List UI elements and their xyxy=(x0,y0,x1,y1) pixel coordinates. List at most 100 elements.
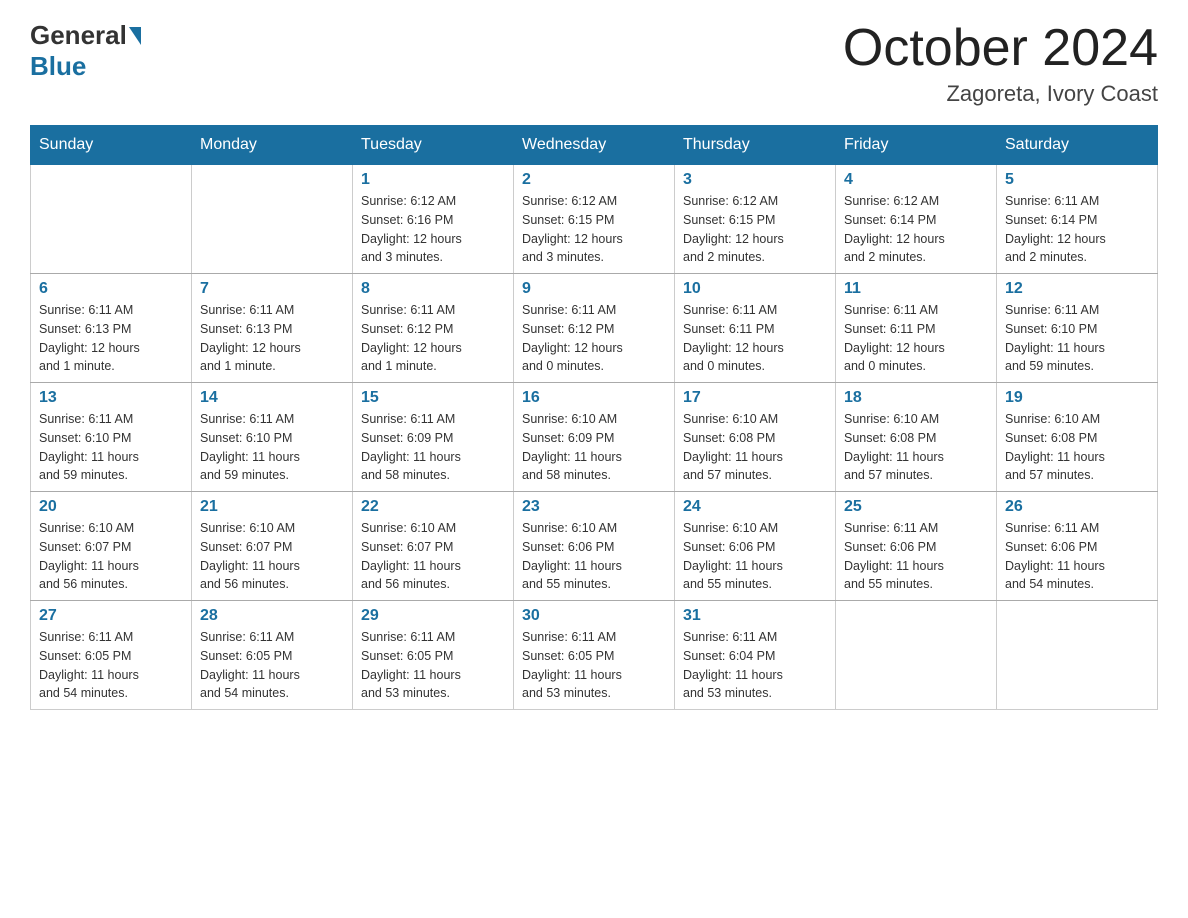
calendar-week-row: 27 Sunrise: 6:11 AMSunset: 6:05 PMDayligh… xyxy=(31,601,1158,710)
day-number: 28 xyxy=(200,607,344,625)
day-info: Sunrise: 6:10 AMSunset: 6:08 PMDaylight:… xyxy=(1005,410,1149,485)
day-info: Sunrise: 6:11 AMSunset: 6:09 PMDaylight:… xyxy=(361,410,505,485)
day-number: 10 xyxy=(683,280,827,298)
logo-triangle-icon xyxy=(129,27,141,45)
weekday-header-row: SundayMondayTuesdayWednesdayThursdayFrid… xyxy=(31,126,1158,165)
weekday-header-tuesday: Tuesday xyxy=(353,126,514,165)
day-info: Sunrise: 6:11 AMSunset: 6:06 PMDaylight:… xyxy=(844,519,988,594)
day-info: Sunrise: 6:11 AMSunset: 6:13 PMDaylight:… xyxy=(200,301,344,376)
day-number: 31 xyxy=(683,607,827,625)
day-info: Sunrise: 6:11 AMSunset: 6:05 PMDaylight:… xyxy=(39,628,183,703)
day-info: Sunrise: 6:11 AMSunset: 6:14 PMDaylight:… xyxy=(1005,192,1149,267)
calendar-cell: 24 Sunrise: 6:10 AMSunset: 6:06 PMDayligh… xyxy=(675,492,836,601)
calendar-cell: 9 Sunrise: 6:11 AMSunset: 6:12 PMDaylight… xyxy=(514,274,675,383)
title-area: October 2024 Zagoreta, Ivory Coast xyxy=(843,20,1158,107)
day-number: 23 xyxy=(522,498,666,516)
day-info: Sunrise: 6:11 AMSunset: 6:11 PMDaylight:… xyxy=(844,301,988,376)
calendar-cell: 31 Sunrise: 6:11 AMSunset: 6:04 PMDayligh… xyxy=(675,601,836,710)
day-info: Sunrise: 6:10 AMSunset: 6:06 PMDaylight:… xyxy=(683,519,827,594)
month-title: October 2024 xyxy=(843,20,1158,77)
day-number: 19 xyxy=(1005,389,1149,407)
calendar-cell: 18 Sunrise: 6:10 AMSunset: 6:08 PMDayligh… xyxy=(836,383,997,492)
calendar-cell: 10Sunrise: 6:11 AMSunset: 6:11 PMDayligh… xyxy=(675,274,836,383)
day-number: 12 xyxy=(1005,280,1149,298)
calendar-cell: 5 Sunrise: 6:11 AMSunset: 6:14 PMDaylight… xyxy=(997,165,1158,274)
day-info: Sunrise: 6:11 AMSunset: 6:05 PMDaylight:… xyxy=(522,628,666,703)
logo-blue-text: Blue xyxy=(30,51,86,81)
calendar-cell: 11 Sunrise: 6:11 AMSunset: 6:11 PMDayligh… xyxy=(836,274,997,383)
calendar-cell: 1 Sunrise: 6:12 AMSunset: 6:16 PMDaylight… xyxy=(353,165,514,274)
day-number: 14 xyxy=(200,389,344,407)
day-info: Sunrise: 6:11 AMSunset: 6:12 PMDaylight:… xyxy=(361,301,505,376)
day-info: Sunrise: 6:11 AMSunset: 6:10 PMDaylight:… xyxy=(39,410,183,485)
weekday-header-wednesday: Wednesday xyxy=(514,126,675,165)
calendar-cell: 29 Sunrise: 6:11 AMSunset: 6:05 PMDayligh… xyxy=(353,601,514,710)
day-info: Sunrise: 6:11 AMSunset: 6:10 PMDaylight:… xyxy=(1005,301,1149,376)
day-number: 29 xyxy=(361,607,505,625)
day-number: 6 xyxy=(39,280,183,298)
day-number: 24 xyxy=(683,498,827,516)
day-info: Sunrise: 6:12 AMSunset: 6:15 PMDaylight:… xyxy=(522,192,666,267)
calendar-cell: 30 Sunrise: 6:11 AMSunset: 6:05 PMDayligh… xyxy=(514,601,675,710)
day-info: Sunrise: 6:11 AMSunset: 6:12 PMDaylight:… xyxy=(522,301,666,376)
day-number: 13 xyxy=(39,389,183,407)
day-number: 5 xyxy=(1005,171,1149,189)
day-info: Sunrise: 6:11 AMSunset: 6:05 PMDaylight:… xyxy=(200,628,344,703)
day-number: 2 xyxy=(522,171,666,189)
day-info: Sunrise: 6:10 AMSunset: 6:07 PMDaylight:… xyxy=(361,519,505,594)
calendar-cell: 26Sunrise: 6:11 AMSunset: 6:06 PMDayligh… xyxy=(997,492,1158,601)
day-number: 3 xyxy=(683,171,827,189)
day-info: Sunrise: 6:12 AMSunset: 6:15 PMDaylight:… xyxy=(683,192,827,267)
calendar-cell: 27 Sunrise: 6:11 AMSunset: 6:05 PMDayligh… xyxy=(31,601,192,710)
weekday-header-saturday: Saturday xyxy=(997,126,1158,165)
calendar-cell: 21Sunrise: 6:10 AMSunset: 6:07 PMDayligh… xyxy=(192,492,353,601)
calendar-cell xyxy=(836,601,997,710)
day-info: Sunrise: 6:11 AMSunset: 6:05 PMDaylight:… xyxy=(361,628,505,703)
day-number: 27 xyxy=(39,607,183,625)
calendar-cell xyxy=(192,165,353,274)
calendar-cell: 8 Sunrise: 6:11 AMSunset: 6:12 PMDaylight… xyxy=(353,274,514,383)
calendar-cell: 12 Sunrise: 6:11 AMSunset: 6:10 PMDayligh… xyxy=(997,274,1158,383)
day-number: 1 xyxy=(361,171,505,189)
calendar-cell xyxy=(997,601,1158,710)
calendar-week-row: 1 Sunrise: 6:12 AMSunset: 6:16 PMDaylight… xyxy=(31,165,1158,274)
day-number: 16 xyxy=(522,389,666,407)
day-number: 30 xyxy=(522,607,666,625)
calendar-week-row: 13 Sunrise: 6:11 AMSunset: 6:10 PMDayligh… xyxy=(31,383,1158,492)
day-info: Sunrise: 6:10 AMSunset: 6:08 PMDaylight:… xyxy=(683,410,827,485)
day-number: 17 xyxy=(683,389,827,407)
calendar-cell: 23 Sunrise: 6:10 AMSunset: 6:06 PMDayligh… xyxy=(514,492,675,601)
calendar-cell: 14Sunrise: 6:11 AMSunset: 6:10 PMDayligh… xyxy=(192,383,353,492)
day-number: 20 xyxy=(39,498,183,516)
day-number: 9 xyxy=(522,280,666,298)
calendar-cell: 13 Sunrise: 6:11 AMSunset: 6:10 PMDayligh… xyxy=(31,383,192,492)
calendar-week-row: 20 Sunrise: 6:10 AMSunset: 6:07 PMDayligh… xyxy=(31,492,1158,601)
calendar-cell: 17 Sunrise: 6:10 AMSunset: 6:08 PMDayligh… xyxy=(675,383,836,492)
calendar-cell: 15 Sunrise: 6:11 AMSunset: 6:09 PMDayligh… xyxy=(353,383,514,492)
day-info: Sunrise: 6:10 AMSunset: 6:08 PMDaylight:… xyxy=(844,410,988,485)
day-info: Sunrise: 6:10 AMSunset: 6:07 PMDaylight:… xyxy=(200,519,344,594)
logo-general-text: General xyxy=(30,20,127,51)
day-info: Sunrise: 6:11 AMSunset: 6:06 PMDaylight:… xyxy=(1005,519,1149,594)
calendar-cell: 16 Sunrise: 6:10 AMSunset: 6:09 PMDayligh… xyxy=(514,383,675,492)
calendar-cell: 20 Sunrise: 6:10 AMSunset: 6:07 PMDayligh… xyxy=(31,492,192,601)
day-info: Sunrise: 6:10 AMSunset: 6:06 PMDaylight:… xyxy=(522,519,666,594)
day-number: 7 xyxy=(200,280,344,298)
calendar-cell: 28 Sunrise: 6:11 AMSunset: 6:05 PMDayligh… xyxy=(192,601,353,710)
calendar-cell xyxy=(31,165,192,274)
day-info: Sunrise: 6:11 AMSunset: 6:04 PMDaylight:… xyxy=(683,628,827,703)
day-info: Sunrise: 6:10 AMSunset: 6:09 PMDaylight:… xyxy=(522,410,666,485)
day-number: 8 xyxy=(361,280,505,298)
calendar-cell: 6Sunrise: 6:11 AMSunset: 6:13 PMDaylight… xyxy=(31,274,192,383)
calendar-table: SundayMondayTuesdayWednesdayThursdayFrid… xyxy=(30,125,1158,710)
day-info: Sunrise: 6:12 AMSunset: 6:16 PMDaylight:… xyxy=(361,192,505,267)
day-info: Sunrise: 6:10 AMSunset: 6:07 PMDaylight:… xyxy=(39,519,183,594)
day-number: 15 xyxy=(361,389,505,407)
day-info: Sunrise: 6:12 AMSunset: 6:14 PMDaylight:… xyxy=(844,192,988,267)
calendar-cell: 3 Sunrise: 6:12 AMSunset: 6:15 PMDaylight… xyxy=(675,165,836,274)
day-number: 18 xyxy=(844,389,988,407)
calendar-cell: 22Sunrise: 6:10 AMSunset: 6:07 PMDayligh… xyxy=(353,492,514,601)
day-number: 11 xyxy=(844,280,988,298)
calendar-week-row: 6 Sunrise: 6:11 AMSunset: 6:13 PMDaylight… xyxy=(31,274,1158,383)
weekday-header-monday: Monday xyxy=(192,126,353,165)
